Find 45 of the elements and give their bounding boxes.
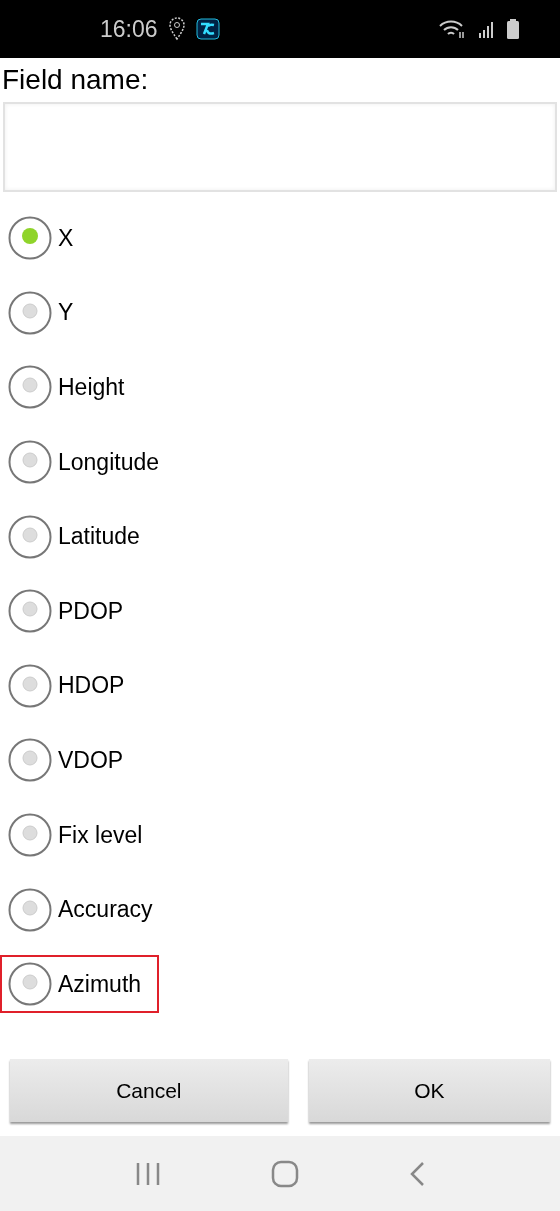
radio-option[interactable]: VDOP <box>0 731 142 790</box>
ok-button[interactable]: OK <box>308 1059 550 1122</box>
recent-apps-icon[interactable] <box>135 1161 161 1186</box>
radio-button[interactable] <box>8 813 52 858</box>
location-pin-icon <box>167 17 186 41</box>
option-label: Y <box>58 299 74 327</box>
clock: 16:06 <box>100 15 158 43</box>
option-label: Latitude <box>58 523 140 551</box>
option-label: PDOP <box>58 597 124 625</box>
radio-button[interactable] <box>8 663 52 708</box>
radio-option[interactable]: X <box>0 209 92 268</box>
option-label: Azimuth <box>58 970 142 998</box>
option-label: Fix level <box>58 821 143 849</box>
back-icon[interactable] <box>409 1160 425 1187</box>
radio-option[interactable]: PDOP <box>0 582 142 641</box>
radio-button[interactable] <box>8 216 52 261</box>
radio-option[interactable]: Fix level <box>0 806 161 865</box>
option-label: Height <box>58 374 125 401</box>
input-field[interactable] <box>3 102 557 192</box>
cancel-button[interactable]: Cancel <box>10 1059 288 1122</box>
radio-option[interactable]: Accuracy <box>0 880 171 939</box>
radio-button[interactable] <box>8 887 52 932</box>
radio-option[interactable]: Latitude <box>0 507 158 566</box>
option-label: Accuracy <box>58 896 153 924</box>
radio-option[interactable]: HDOP <box>0 656 143 715</box>
radio-button[interactable] <box>8 514 52 559</box>
field-label: Field name: <box>2 64 150 96</box>
radio-option[interactable]: Longitude <box>0 433 178 492</box>
radio-button[interactable] <box>8 589 52 634</box>
battery-icon <box>506 18 520 40</box>
radio-button[interactable] <box>8 738 52 783</box>
signal-icon <box>478 19 496 39</box>
app-icon <box>195 18 220 40</box>
option-label: VDOP <box>58 746 124 774</box>
option-label: Longitude <box>58 448 160 476</box>
radio-button[interactable] <box>8 962 52 1007</box>
radio-option[interactable]: Height <box>0 358 143 417</box>
radio-button[interactable] <box>8 290 52 335</box>
radio-button[interactable] <box>8 365 52 410</box>
home-icon[interactable] <box>271 1159 299 1188</box>
radio-option[interactable]: Y <box>0 283 92 342</box>
option-label: X <box>58 224 74 252</box>
radio-button[interactable] <box>8 440 52 485</box>
radio-option[interactable]: Azimuth <box>0 955 160 1014</box>
option-label: HDOP <box>58 672 125 700</box>
